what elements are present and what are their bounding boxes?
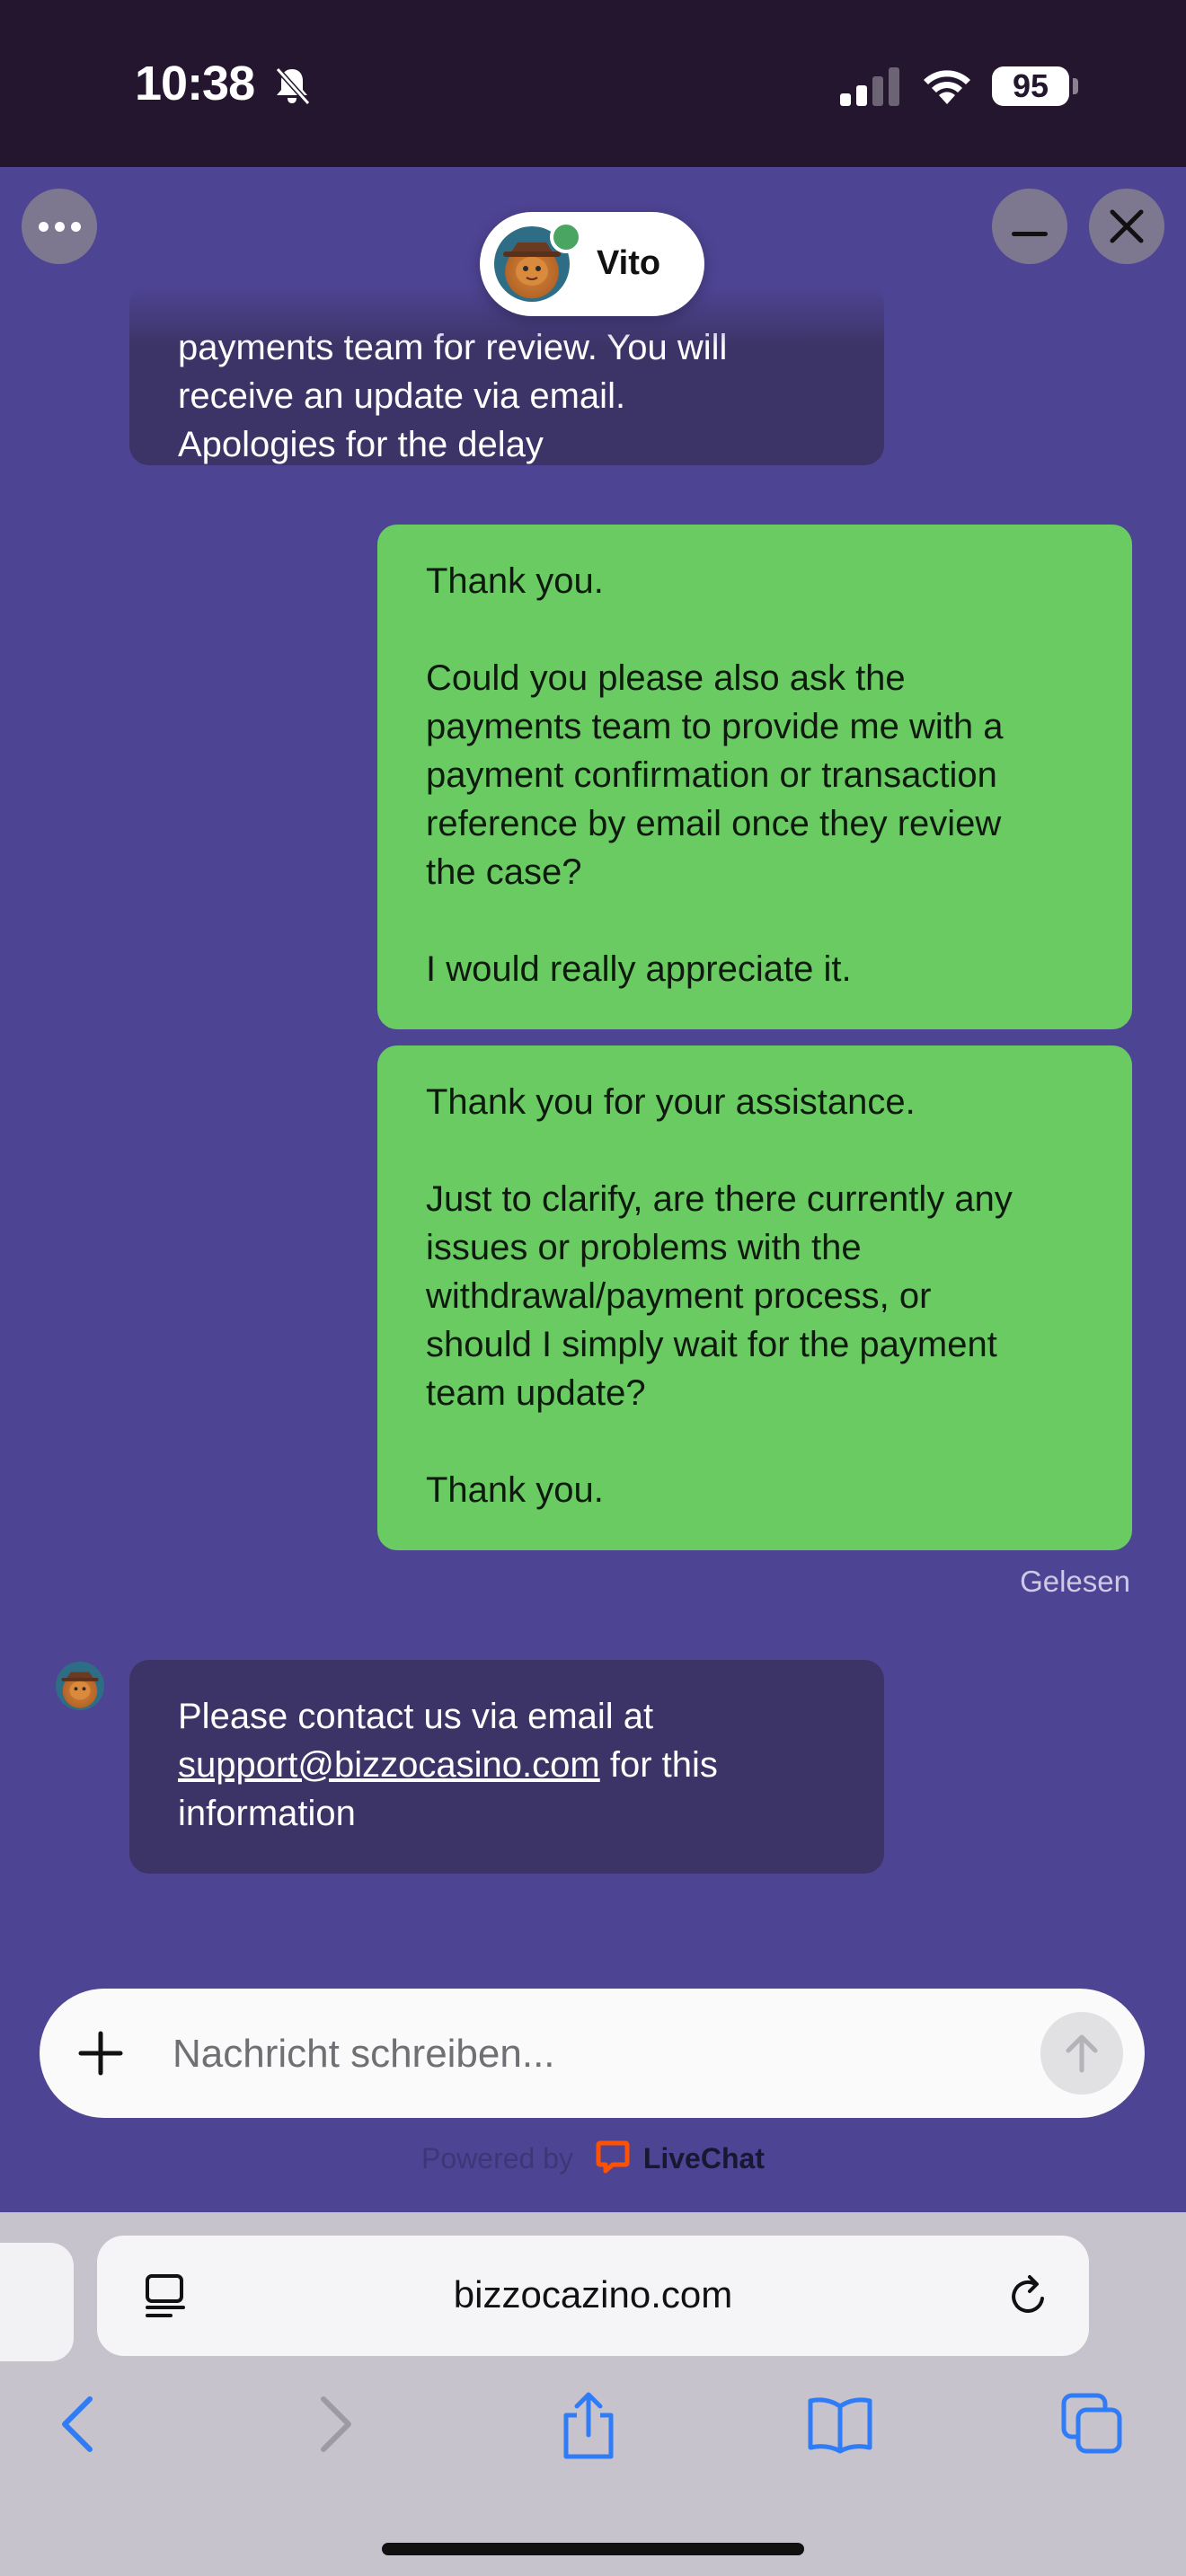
agent-header[interactable]: Vito bbox=[480, 212, 704, 316]
wifi-icon bbox=[919, 65, 975, 110]
message-text: issues or problems with the bbox=[426, 1228, 862, 1267]
message-spacer bbox=[426, 605, 1084, 654]
message-text: Thank you. bbox=[426, 561, 604, 601]
message-text: reference by email once they review bbox=[426, 804, 1002, 843]
reload-button[interactable] bbox=[1005, 2272, 1053, 2325]
livechat-logo-icon bbox=[596, 2139, 630, 2181]
address-bar[interactable]: bizzocazino.com bbox=[97, 2236, 1089, 2356]
minimize-icon bbox=[1012, 232, 1048, 236]
message-spacer bbox=[426, 1417, 1084, 1466]
share-icon bbox=[563, 2392, 614, 2459]
plus-icon bbox=[78, 2031, 123, 2076]
message-text: Please contact us via email at bbox=[178, 1697, 654, 1736]
close-icon bbox=[1110, 209, 1144, 243]
message-text: Could you please also ask the bbox=[426, 658, 906, 698]
user-message: Thank you. Could you please also ask the p… bbox=[377, 525, 1132, 1029]
message-text: for this bbox=[599, 1745, 718, 1785]
message-composer bbox=[40, 1989, 1145, 2118]
status-bar: 10:38 95 bbox=[0, 0, 1186, 167]
reload-icon bbox=[1012, 2275, 1044, 2313]
battery-cap bbox=[1073, 78, 1078, 94]
message-text: Just to clarify, are there currently any bbox=[426, 1179, 1013, 1219]
bookmarks-icon bbox=[808, 2397, 872, 2454]
tabs-icon bbox=[1061, 2393, 1122, 2454]
message-text: receive an update via email. bbox=[178, 376, 626, 416]
powered-by[interactable]: Powered by LiveChat bbox=[0, 2139, 1186, 2181]
back-icon bbox=[62, 2396, 93, 2452]
powered-by-label: Powered by bbox=[421, 2142, 574, 2175]
add-attachment-button[interactable] bbox=[75, 2028, 126, 2083]
bell-muted-icon bbox=[272, 66, 312, 111]
user-message: Thank you for your assistance. Just to cl… bbox=[377, 1045, 1132, 1550]
share-button[interactable] bbox=[557, 2392, 620, 2465]
message-spacer bbox=[426, 896, 1084, 945]
back-button[interactable] bbox=[56, 2392, 99, 2461]
message-text: information bbox=[178, 1794, 356, 1833]
agent-name: Vito bbox=[597, 244, 661, 282]
message-text: Thank you for your assistance. bbox=[426, 1082, 916, 1122]
more-options-button[interactable] bbox=[22, 189, 97, 264]
agent-avatar-small bbox=[56, 1662, 104, 1710]
message-spacer bbox=[426, 1126, 1084, 1175]
tabs-button[interactable] bbox=[1060, 2392, 1125, 2461]
minimize-button[interactable] bbox=[992, 189, 1067, 264]
more-icon bbox=[38, 221, 81, 232]
livechat-brand: LiveChat bbox=[642, 2142, 765, 2175]
read-receipt: Gelesen bbox=[1020, 1565, 1130, 1598]
forward-button[interactable] bbox=[314, 2392, 358, 2461]
status-time: 10:38 bbox=[135, 57, 255, 110]
url-text: bizzocazino.com bbox=[453, 2273, 733, 2316]
message-text: the case? bbox=[426, 852, 582, 892]
previous-tab-edge[interactable] bbox=[0, 2243, 74, 2361]
message-text: payment confirmation or transaction bbox=[426, 755, 997, 795]
message-text: payments team to provide me with a bbox=[426, 707, 1004, 746]
message-text: withdrawal/payment process, or bbox=[426, 1276, 932, 1316]
message-text: team update? bbox=[426, 1373, 646, 1413]
browser-toolbar: bizzocazino.com bbox=[0, 2212, 1186, 2576]
battery-icon: 95 bbox=[992, 66, 1069, 106]
forward-icon bbox=[321, 2396, 351, 2452]
agent-message: Please contact us via email at support@b… bbox=[129, 1660, 884, 1874]
arrow-up-icon bbox=[1066, 2034, 1098, 2073]
message-input[interactable] bbox=[171, 2019, 983, 2089]
online-status-dot bbox=[550, 221, 582, 253]
close-button[interactable] bbox=[1089, 189, 1164, 264]
bookmarks-button[interactable] bbox=[805, 2392, 875, 2461]
message-text: Thank you. bbox=[426, 1470, 604, 1510]
chat-window: payments team for review. You will receiv… bbox=[0, 167, 1186, 2212]
message-text: Apologies for the delay bbox=[178, 425, 544, 464]
support-email-link[interactable]: support@bizzocasino.com bbox=[178, 1745, 600, 1785]
signal-icon bbox=[840, 66, 905, 112]
send-button[interactable] bbox=[1040, 2012, 1123, 2095]
message-text: should I simply wait for the payment bbox=[426, 1325, 997, 1364]
message-text: I would really appreciate it. bbox=[426, 949, 852, 989]
home-indicator[interactable] bbox=[382, 2543, 804, 2555]
